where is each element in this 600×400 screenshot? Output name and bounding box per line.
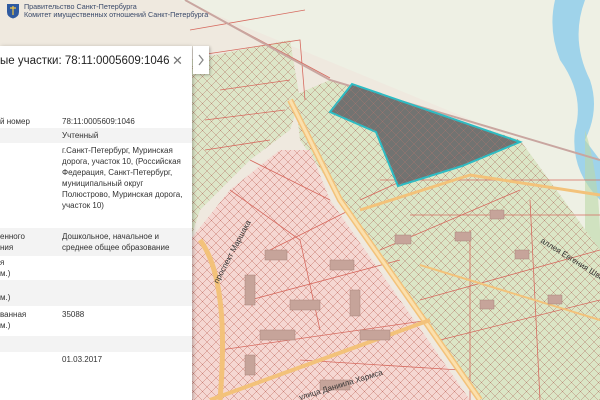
close-icon[interactable]: ✕ — [172, 53, 183, 69]
building — [289, 299, 321, 311]
chevron-right-icon — [198, 54, 204, 66]
building — [514, 249, 530, 260]
parcel-info-panel: ые участки: 78:11:0005609:1046 ✕ й номер… — [0, 46, 192, 400]
row-label: енного ния — [0, 232, 25, 252]
info-row — [0, 336, 192, 352]
info-row: г.Санкт-Петербург, Муринская дорога, уча… — [0, 143, 192, 228]
building — [359, 329, 391, 341]
row-label: м.) — [0, 293, 11, 302]
building — [329, 259, 355, 271]
row-label: я м.) — [0, 258, 11, 278]
building — [489, 209, 505, 220]
org-department: Комитет имущественных отношений Санкт-Пе… — [24, 10, 209, 20]
info-row: м.) — [0, 280, 192, 306]
building — [349, 289, 361, 317]
building — [394, 234, 412, 245]
info-row: ванная м.) 35088 — [0, 306, 192, 336]
info-row: й номер 78:11:0005609:1046 — [0, 114, 192, 128]
row-label: й номер — [0, 117, 30, 126]
building — [479, 299, 495, 310]
building — [244, 354, 256, 376]
parcel-address: г.Санкт-Петербург, Муринская дорога, уча… — [62, 146, 183, 210]
info-row: 01.03.2017 — [0, 352, 192, 368]
info-row: я м.) — [0, 256, 192, 280]
building — [547, 294, 563, 305]
panel-title: ые участки: 78:11:0005609:1046 — [0, 55, 170, 67]
panel-toggle-button[interactable] — [193, 46, 209, 74]
declared-area: 35088 — [62, 310, 85, 319]
row-label: ванная м.) — [0, 310, 27, 330]
info-row: енного ния Дошкольное, начальное и средн… — [0, 228, 192, 256]
building — [264, 249, 288, 261]
parcel-status: Учтенный — [62, 131, 99, 140]
info-row: Учтенный — [0, 128, 192, 143]
coat-of-arms-icon — [7, 4, 19, 19]
building — [259, 329, 296, 341]
permitted-use: Дошкольное, начальное и среднее общее об… — [62, 232, 170, 252]
cadastral-number: 78:11:0005609:1046 — [62, 117, 135, 126]
building — [244, 274, 256, 306]
organization-header: Правительство Санкт-Петербурга Комитет и… — [6, 2, 209, 20]
registration-date: 01.03.2017 — [62, 355, 103, 364]
building — [454, 231, 472, 242]
